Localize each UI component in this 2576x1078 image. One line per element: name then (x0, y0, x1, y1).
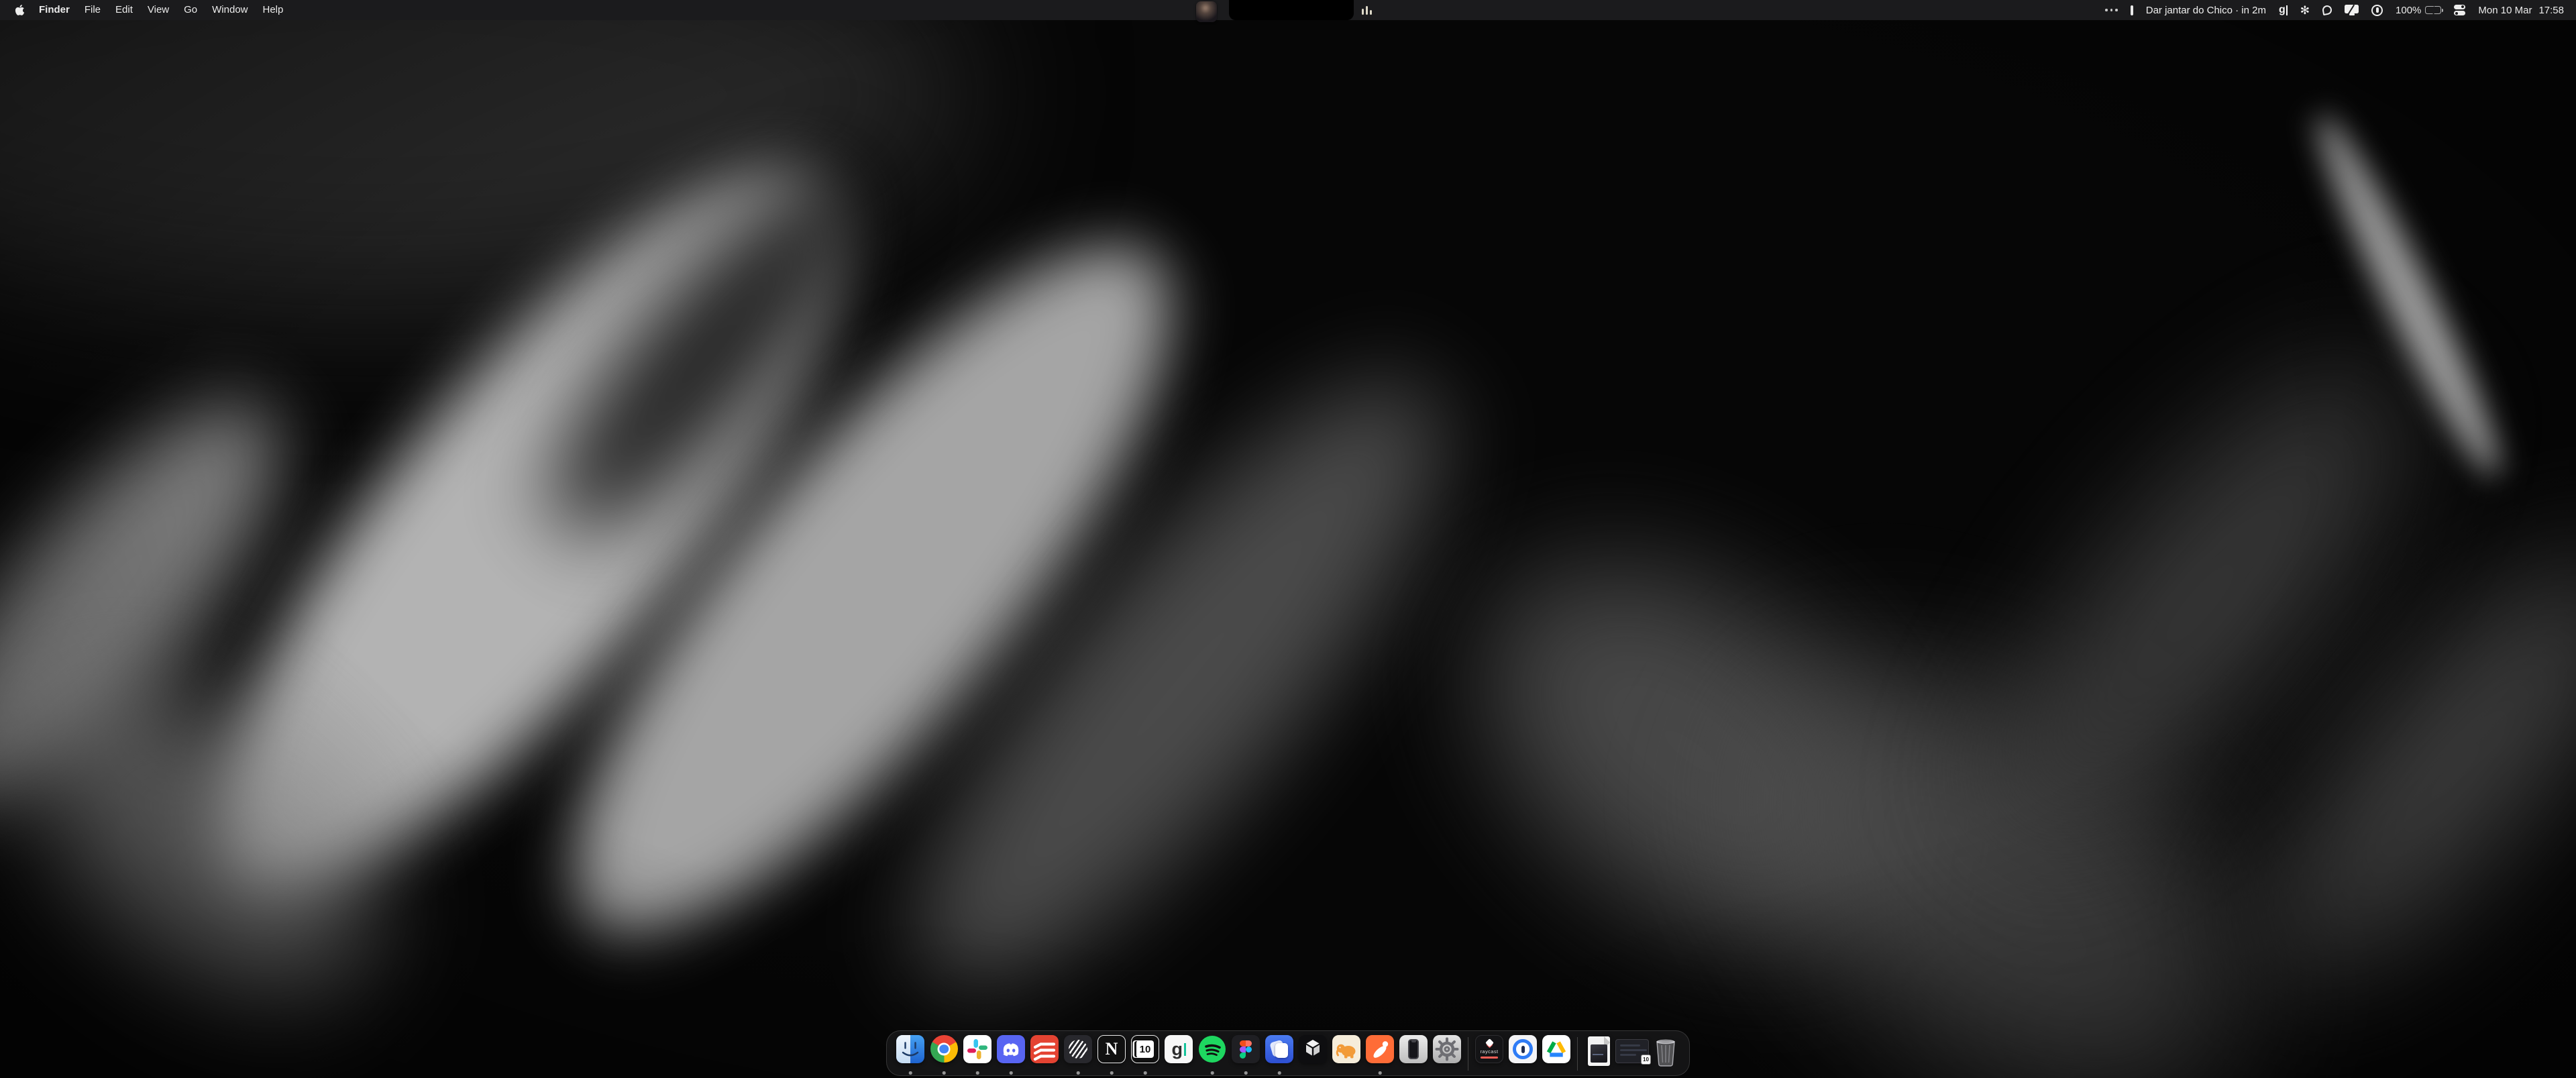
flower-asterisk-icon[interactable]: ✻ (2300, 5, 2310, 16)
dock-item-document-file[interactable] (1582, 1031, 1615, 1077)
slack-icon (963, 1035, 991, 1063)
grammarly-icon[interactable]: g (2279, 4, 2288, 16)
control-center-icon[interactable] (2454, 5, 2465, 16)
audio-visualizer-icon[interactable] (1362, 6, 1372, 15)
reminder-text[interactable]: Dar jantar do Chico · in 2m (2146, 5, 2266, 16)
menu-file[interactable]: File (77, 0, 108, 20)
onepassword-menubar-icon[interactable] (2371, 5, 2383, 16)
spotify-icon (1198, 1035, 1226, 1063)
google-drive-icon (1542, 1035, 1570, 1063)
battery-percent: 100% (2396, 5, 2421, 16)
todoist-icon (1030, 1035, 1059, 1063)
dock-item-paste[interactable] (1263, 1031, 1296, 1077)
notion-calendar-day: 10 (1136, 1040, 1154, 1058)
dock-separator (1577, 1037, 1578, 1071)
system-settings-gear-icon (1433, 1035, 1461, 1063)
battery-status[interactable]: 100% (2396, 5, 2441, 16)
menubar-clock[interactable]: Mon 10 Mar 17:58 (2478, 5, 2564, 16)
discord-icon (997, 1035, 1025, 1063)
desktop-wallpaper (0, 0, 2576, 1078)
dock-item-trash[interactable] (1649, 1031, 1682, 1077)
notch (1229, 0, 1354, 20)
postman-icon (1366, 1035, 1394, 1063)
dock-item-raycast[interactable]: raycast (1472, 1031, 1506, 1077)
minimized-window-thumbnail: 10 (1615, 1039, 1649, 1063)
onepassword-icon (1509, 1035, 1537, 1063)
menubar-overflow-icon[interactable] (2105, 9, 2118, 11)
dock-item-slack[interactable] (961, 1031, 994, 1077)
raycast-icon: raycast (1475, 1035, 1503, 1063)
chrome-icon (930, 1035, 958, 1063)
menu-window[interactable]: Window (205, 0, 255, 20)
dock-item-spotify[interactable] (1195, 1031, 1229, 1077)
finder-icon (896, 1035, 924, 1063)
menu-bar: Finder File Edit View Go Window Help Dar… (0, 0, 2576, 20)
raycast-label: raycast (1481, 1048, 1499, 1055)
postico-elephant-icon (1332, 1035, 1360, 1063)
menubar-separator-icon[interactable] (2131, 5, 2133, 15)
document-file-icon (1588, 1036, 1610, 1066)
trash-icon (1652, 1037, 1679, 1068)
menu-go[interactable]: Go (176, 0, 205, 20)
menubar-date: Mon 10 Mar (2478, 5, 2532, 16)
dock-item-1password[interactable] (1506, 1031, 1540, 1077)
dock-item-postico[interactable] (1330, 1031, 1363, 1077)
paste-icon (1265, 1035, 1293, 1063)
dock-item-postman[interactable] (1363, 1031, 1397, 1077)
dock-item-minimized-window[interactable]: 10 (1615, 1031, 1649, 1077)
menu-help[interactable]: Help (256, 0, 291, 20)
now-playing-album-art[interactable] (1196, 1, 1217, 22)
menubar-time: 17:58 (2538, 5, 2564, 16)
dock-item-chrome[interactable] (927, 1031, 961, 1077)
dock-item-discord[interactable] (994, 1031, 1028, 1077)
menu-view[interactable]: View (140, 0, 176, 20)
dock-item-todoist[interactable] (1028, 1031, 1061, 1077)
menu-finder[interactable]: Finder (32, 0, 77, 20)
notion-glyph: N (1106, 1039, 1118, 1059)
dock-item-notion-calendar[interactable]: 10 (1128, 1031, 1162, 1077)
grammarly-app-glyph: g (1172, 1040, 1183, 1059)
dock-item-figma[interactable] (1229, 1031, 1263, 1077)
apple-menu-icon[interactable] (15, 4, 25, 16)
notion-icon: N (1097, 1035, 1126, 1063)
pick-icon[interactable] (2322, 5, 2332, 15)
notion-calendar-icon: 10 (1131, 1035, 1159, 1063)
linear-icon (1064, 1035, 1092, 1063)
dock-item-linear[interactable] (1061, 1031, 1095, 1077)
display-mirroring-icon[interactable] (2345, 5, 2359, 16)
wallpaper-vignette (0, 0, 2576, 1078)
iphone-mirroring-icon (1399, 1035, 1428, 1063)
dock-item-iphone-mirroring[interactable] (1397, 1031, 1430, 1077)
dock-item-finder[interactable] (894, 1031, 927, 1077)
dock-item-system-settings[interactable] (1430, 1031, 1464, 1077)
grammarly-glyph: g (2279, 4, 2286, 16)
dock-item-unity[interactable] (1296, 1031, 1330, 1077)
dock: N 10 g (886, 1030, 1690, 1076)
figma-icon (1232, 1035, 1260, 1063)
battery-charging-icon (2425, 6, 2441, 14)
dock-item-grammarly[interactable]: g (1162, 1031, 1195, 1077)
grammarly-app-icon: g (1165, 1035, 1193, 1063)
dock-item-google-drive[interactable] (1540, 1031, 1573, 1077)
dock-item-notion[interactable]: N (1095, 1031, 1128, 1077)
menu-edit[interactable]: Edit (108, 0, 140, 20)
unity-cube-icon (1299, 1035, 1327, 1063)
